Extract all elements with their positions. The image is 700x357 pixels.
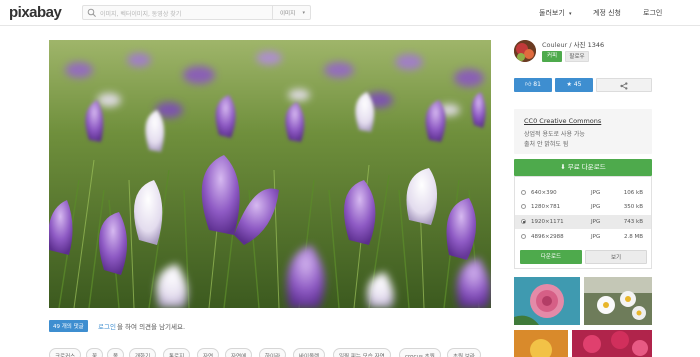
radio-button[interactable] [521,234,526,239]
thumbnail-image [572,330,652,357]
search-input[interactable]: 이미지, 벡터이미지, 동영상 찾기 [100,9,181,18]
option-size: 350 kB [623,204,643,210]
download-option-row[interactable]: 1920×1171 JPG 743 kB [515,215,651,229]
tag-item[interactable]: 초원 보라 [447,348,481,357]
download-options-panel: 640×390 JPG 106 kB 1280×781 JPG 350 kB 1… [514,176,652,269]
radio-button[interactable] [521,204,526,209]
license-no-attribution: 출처 안 밝혀도 됨 [524,141,569,148]
view-button[interactable]: 보기 [585,250,647,264]
download-option-row[interactable]: 4896×2988 JPG 2.8 MB [515,230,651,244]
avatar-image [514,40,536,62]
option-resolution: 4896×2988 [531,234,564,240]
main-photo[interactable] [49,40,491,308]
free-download-button[interactable]: ⬇ 무료 다운로드 [514,159,652,176]
radio-button[interactable] [521,190,526,195]
option-format: JPG [591,234,601,240]
favorite-button[interactable]: ★ 45 [555,78,593,92]
related-thumbnail[interactable] [572,330,652,357]
download-option-row[interactable]: 1280×781 JPG 350 kB [515,200,651,214]
tag-item[interactable]: 자연에 [225,348,253,357]
tag-item[interactable]: 크로커스 [49,348,82,357]
option-format: JPG [591,219,601,225]
license-box: CC0 Creative Commons 상업적 용도로 사용 가능 출처 안 … [514,109,652,154]
share-icon [620,81,628,90]
search-type-select[interactable]: 이미지 ▾ [272,6,310,19]
nav-login[interactable]: 로그인 [643,8,662,18]
option-size: 106 kB [623,190,643,196]
option-resolution: 1280×781 [531,204,561,210]
comment-bar: 49 개의 댓글 로그인 을 하여 의견을 남기세요. [49,318,491,332]
option-size: 2.8 MB [623,234,643,240]
author-photo-count: / 사진 1346 [569,41,605,49]
tag-item[interactable]: 봄 [107,348,125,357]
comment-prompt: 을 하여 의견을 남기세요. [117,323,186,331]
option-format: JPG [591,190,601,196]
top-header: pixabay 이미지, 벡터이미지, 동영상 찾기 이미지 ▾ 둘러보기 ▾ … [0,0,700,26]
free-download-label: 무료 다운로드 [567,163,606,171]
pixabay-logo[interactable]: pixabay [9,4,62,21]
related-thumbnail[interactable] [514,330,568,357]
download-option-row[interactable]: 640×390 JPG 106 kB [515,186,651,200]
tag-item[interactable]: 일찍 피는 모습 자연 [333,348,391,357]
license-commercial-use: 상업적 용도로 사용 가능 [524,131,585,138]
follow-button[interactable]: 팔로우 [565,51,589,62]
radio-button-selected[interactable] [521,219,526,224]
tag-item[interactable]: 하이라 [259,348,287,357]
thumbnail-image [514,277,580,325]
tag-item[interactable]: crocus 초원 [399,348,441,357]
tag-item[interactable]: 통로지 [163,348,191,357]
like-count: 81 [533,81,541,88]
thumbnail-image [514,330,568,357]
thumbnail-image [584,277,652,325]
author-avatar[interactable] [514,40,536,62]
crocus-photo-image [49,40,491,308]
option-resolution: 640×390 [531,190,557,196]
share-button[interactable] [596,78,652,92]
option-format: JPG [591,204,601,210]
favorite-count: 45 [573,81,582,88]
nav-signup[interactable]: 계정 신청 [593,8,621,18]
search-icon [87,8,96,17]
comment-count-badge[interactable]: 49 개의 댓글 [49,320,88,332]
related-thumbnail[interactable] [514,277,580,325]
chevron-down-icon: ▾ [569,11,572,17]
download-icon: ⬇ [560,163,566,171]
thumbs-up-icon: 👍︎ [525,81,532,88]
author-info: Couleur / 사진 1346 [542,39,604,49]
coffee-button[interactable]: 커피 [542,51,562,62]
option-resolution: 1920×1171 [531,219,564,225]
nav-browse[interactable]: 둘러보기 ▾ [539,8,572,18]
option-size: 743 kB [623,219,643,225]
tag-item[interactable]: 바이올렛 [293,348,326,357]
like-button[interactable]: 👍︎ 81 [514,78,552,92]
star-icon: ★ [566,81,572,88]
download-button[interactable]: 다운로드 [520,250,582,264]
tag-item[interactable]: 꽃 [86,348,104,357]
related-thumbnail[interactable] [584,277,652,325]
search-type-label: 이미지 [280,11,296,17]
license-title[interactable]: CC0 Creative Commons [524,117,601,125]
tag-item[interactable]: 자연 [197,348,220,357]
nav-browse-label: 둘러보기 [539,9,565,17]
comment-login-link[interactable]: 로그인 [98,321,116,331]
tag-item[interactable]: 개화기 [129,348,157,357]
chevron-down-icon: ▾ [302,10,305,16]
author-name[interactable]: Couleur [542,41,567,49]
search-bar[interactable]: 이미지, 벡터이미지, 동영상 찾기 이미지 ▾ [82,5,311,20]
